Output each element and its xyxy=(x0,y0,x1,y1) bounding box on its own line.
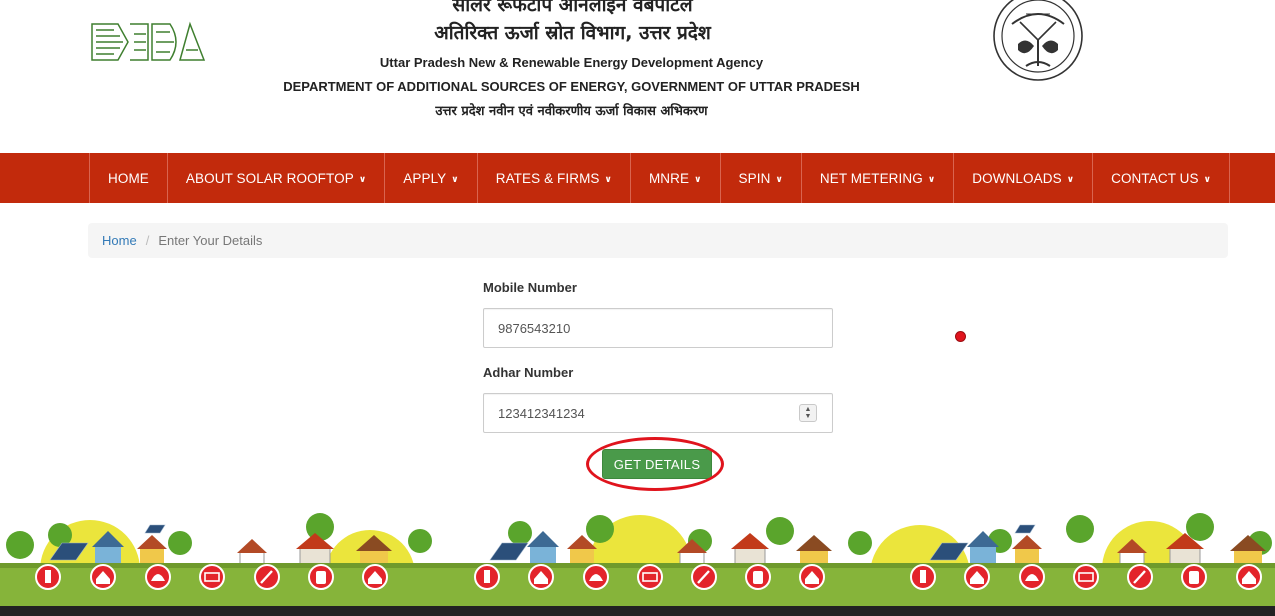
chevron-down-icon: ∨ xyxy=(604,173,612,184)
helmet-icon xyxy=(583,564,609,590)
chevron-down-icon: ∨ xyxy=(451,173,459,184)
home-power-icon xyxy=(1236,564,1262,590)
water-heater-icon xyxy=(745,564,771,590)
tool-icon xyxy=(691,564,717,590)
portal-title-hindi: सोलर रूफटॉप ऑनलाइन वेबपोर्टल xyxy=(452,0,693,16)
lamp-icon xyxy=(474,564,500,590)
tool-icon xyxy=(254,564,280,590)
nav-label: RATES & FIRMS xyxy=(495,170,600,186)
site-header: सोलर रूफटॉप ऑनलाइन वेबपोर्टल अतिरिक्त ऊर… xyxy=(0,0,1275,153)
cursor-marker-dot xyxy=(955,331,966,342)
helmet-icon xyxy=(145,564,171,590)
nav-label: NET METERING xyxy=(819,170,923,186)
nav-item-spin[interactable]: SPIN ∨ xyxy=(721,153,802,203)
breadcrumb-home-link[interactable]: Home xyxy=(102,233,137,248)
house-icon xyxy=(528,564,554,590)
chevron-down-icon: ∨ xyxy=(694,173,702,184)
nav-item-home[interactable]: HOME xyxy=(90,153,168,203)
nav-list: HOME ABOUT SOLAR ROOFTOP ∨ APPLY ∨ RATES &… xyxy=(89,153,1231,203)
mobile-number-label: Mobile Number xyxy=(483,280,577,295)
breadcrumb-separator: / xyxy=(145,233,150,248)
nav-label: HOME xyxy=(108,170,149,186)
nav-item-downloads[interactable]: DOWNLOADS ∨ xyxy=(954,153,1094,203)
number-spinner[interactable]: ▲ ▼ xyxy=(799,404,817,422)
battery-icon xyxy=(199,564,225,590)
footer-icon-row xyxy=(35,564,1262,590)
lamp-icon xyxy=(910,564,936,590)
adhar-number-input[interactable] xyxy=(483,393,833,433)
get-details-button[interactable]: GET DETAILS xyxy=(602,449,712,479)
up-government-emblem xyxy=(993,0,1083,81)
nav-item-apply[interactable]: APPLY ∨ xyxy=(385,153,478,203)
agency-name-hindi: उत्तर प्रदेश नवीन एवं नवीकरणीय ऊर्जा विक… xyxy=(435,104,708,119)
nav-item-net-metering[interactable]: NET METERING ∨ xyxy=(802,153,955,203)
mobile-number-input[interactable] xyxy=(483,308,833,348)
department-name-english: DEPARTMENT OF ADDITIONAL SOURCES OF ENER… xyxy=(283,79,860,94)
nav-item-contact-us[interactable]: CONTACT US ∨ xyxy=(1093,153,1231,203)
water-heater-icon xyxy=(1181,564,1207,590)
nav-label: SPIN xyxy=(738,170,771,186)
breadcrumb-current: Enter Your Details xyxy=(158,233,263,248)
chevron-down-icon: ∨ xyxy=(1203,173,1212,184)
tool-icon xyxy=(1127,564,1153,590)
home-power-icon xyxy=(362,564,388,590)
helmet-icon xyxy=(1019,564,1045,590)
nav-item-rates-firms[interactable]: RATES & FIRMS ∨ xyxy=(478,153,631,203)
nav-label: DOWNLOADS xyxy=(972,170,1062,186)
footer-bar xyxy=(0,606,1275,616)
nav-label: MNRE xyxy=(648,170,690,186)
spinner-down-icon[interactable]: ▼ xyxy=(805,413,812,420)
lamp-icon xyxy=(35,564,61,590)
agency-name-english: Uttar Pradesh New & Renewable Energy Dev… xyxy=(379,55,764,70)
nav-label: ABOUT SOLAR ROOFTOP xyxy=(185,170,354,186)
nav-label: CONTACT US xyxy=(1111,170,1199,186)
house-icon xyxy=(90,564,116,590)
home-power-icon xyxy=(799,564,825,590)
spinner-up-icon[interactable]: ▲ xyxy=(805,406,812,413)
battery-icon xyxy=(637,564,663,590)
chevron-down-icon: ∨ xyxy=(358,173,367,184)
house-icon xyxy=(964,564,990,590)
solar-village-banner xyxy=(0,513,1275,606)
department-title-hindi: अतिरिक्त ऊर्जा स्रोत विभाग, उत्तर प्रदेश xyxy=(434,22,711,44)
nav-label: APPLY xyxy=(403,170,447,186)
chevron-down-icon: ∨ xyxy=(775,173,783,184)
nav-item-mnre[interactable]: MNRE ∨ xyxy=(631,153,721,203)
battery-icon xyxy=(1073,564,1099,590)
adhar-number-label: Adhar Number xyxy=(483,365,574,380)
chevron-down-icon: ∨ xyxy=(1066,173,1075,184)
breadcrumb: Home / Enter Your Details xyxy=(88,223,1228,258)
chevron-down-icon: ∨ xyxy=(927,173,936,184)
water-heater-icon xyxy=(308,564,334,590)
main-navbar: HOME ABOUT SOLAR ROOFTOP ∨ APPLY ∨ RATES &… xyxy=(0,153,1275,203)
nav-item-about-solar-rooftop[interactable]: ABOUT SOLAR ROOFTOP ∨ xyxy=(168,153,386,203)
